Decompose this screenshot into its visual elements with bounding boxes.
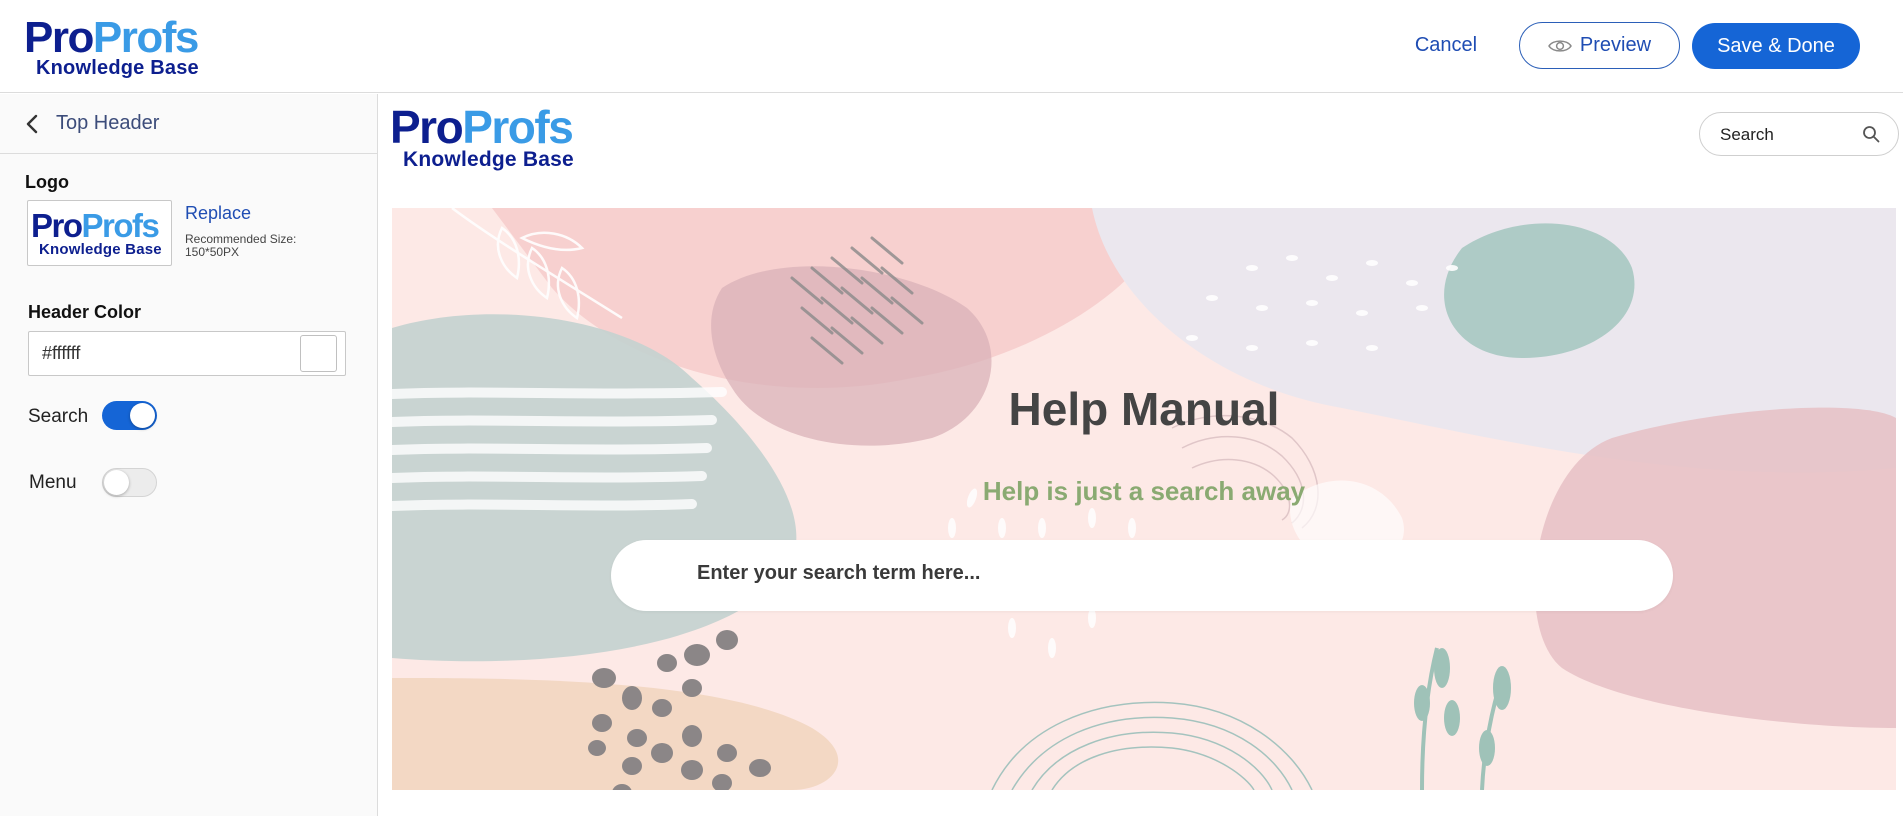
logo-subtitle: Knowledge Base <box>36 57 199 79</box>
replace-logo-link[interactable]: Replace <box>185 203 251 224</box>
logo-profs-text: Profs <box>92 13 199 62</box>
recommended-size-note: Recommended Size: 150*50PX <box>185 232 297 259</box>
logo-thumbnail: ProProfs Knowledge Base <box>27 200 172 266</box>
cancel-button[interactable]: Cancel <box>1400 24 1492 66</box>
search-toggle[interactable] <box>102 401 157 430</box>
hero-subtitle: Help is just a search away <box>982 476 1306 506</box>
preview-search-box[interactable] <box>1699 112 1899 156</box>
chevron-left-icon[interactable] <box>26 114 38 134</box>
preview-search-input[interactable] <box>1720 125 1860 145</box>
settings-sidebar: Top Header Logo ProProfs Knowledge Base … <box>0 94 378 816</box>
pv-logo-sub: Knowledge Base <box>403 148 574 171</box>
save-done-button[interactable]: Save & Done <box>1692 23 1860 69</box>
preview-logo: ProProfs Knowledge Base <box>390 104 574 170</box>
hero-search-input[interactable] <box>697 562 1597 585</box>
toggle-knob <box>104 470 129 495</box>
header-preview: ProProfs Knowledge Base Search Help Manu… <box>379 94 1903 816</box>
proprofs-logo[interactable]: ProProfs Knowledge Base <box>24 13 199 79</box>
thumb-logo-profs: Profs <box>81 207 160 244</box>
color-swatch[interactable] <box>300 335 337 372</box>
menu-toggle-label: Menu <box>29 472 77 493</box>
preview-label: Preview <box>1579 34 1652 56</box>
logo-section-label: Logo <box>25 172 69 192</box>
pv-logo-pro: Pro <box>390 101 464 153</box>
header-color-field[interactable]: #ffffff <box>28 331 346 376</box>
back-label: Top Header <box>56 112 160 134</box>
toggle-knob <box>130 403 155 428</box>
search-toggle-label: Search <box>28 406 89 427</box>
eye-icon <box>1548 39 1572 52</box>
thumb-logo-sub: Knowledge Base <box>39 241 162 258</box>
hero-search-box[interactable] <box>611 540 1673 611</box>
logo-pro-text: Pro <box>24 13 94 62</box>
header-color-label: Header Color <box>28 302 142 322</box>
pv-logo-profs: Profs <box>462 101 574 153</box>
logo-thumbnail-image: ProProfs Knowledge Base <box>31 209 162 257</box>
hero-banner: Help Manual Help is just a search away <box>392 208 1896 790</box>
back-to-top-header[interactable]: Top Header <box>0 94 378 154</box>
hero-title: Help Manual <box>1008 383 1280 435</box>
search-icon[interactable] <box>1862 125 1880 143</box>
top-bar: ProProfs Knowledge Base Cancel Preview S… <box>0 0 1903 93</box>
preview-button[interactable]: Preview <box>1519 22 1680 69</box>
menu-toggle[interactable] <box>102 468 157 497</box>
thumb-logo-pro: Pro <box>31 207 83 244</box>
header-color-value[interactable]: #ffffff <box>42 343 80 364</box>
